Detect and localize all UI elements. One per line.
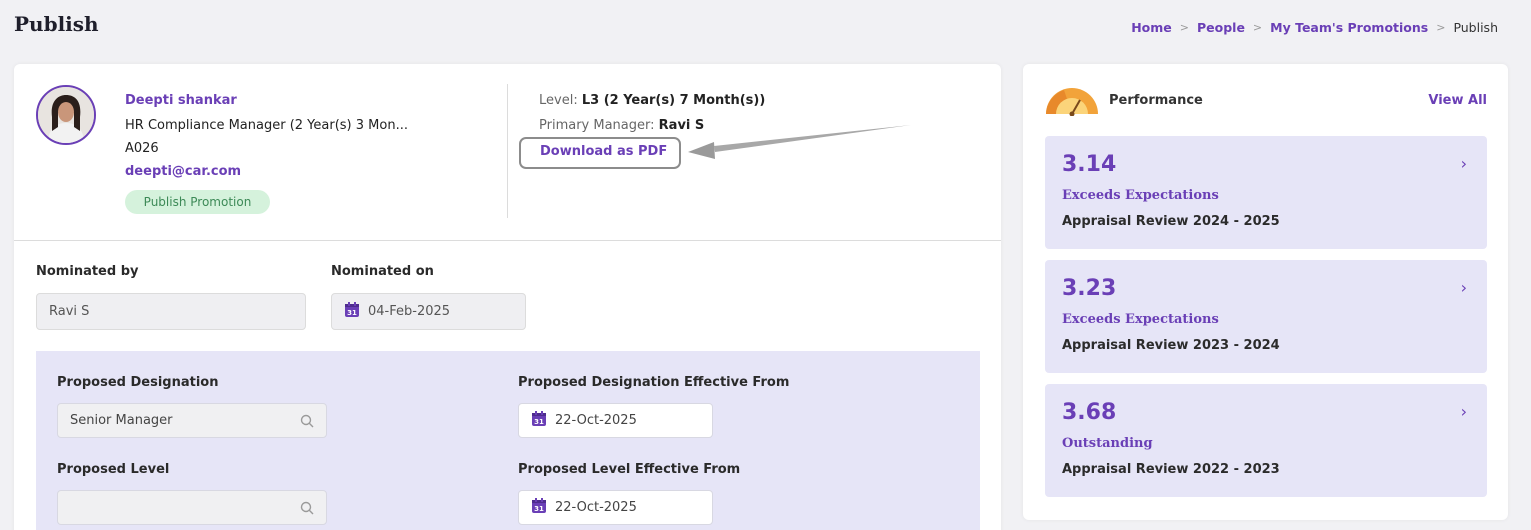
employee-role: HR Compliance Manager (2 Year(s) 3 Mon..… [125, 118, 408, 133]
employee-name[interactable]: Deepti shankar [125, 93, 237, 108]
chevron-right-icon[interactable]: › [1461, 402, 1467, 421]
manager-info: Primary Manager: Ravi S [539, 118, 704, 133]
chevron-right-icon[interactable]: › [1461, 154, 1467, 173]
proposed-level-effective-label: Proposed Level Effective From [518, 462, 741, 477]
performance-rating: Exceeds Expectations [1062, 188, 1219, 203]
proposed-designation-input[interactable]: Senior Manager [57, 403, 327, 438]
annotation-arrow [688, 125, 911, 159]
nominated-on-field: 31 04-Feb-2025 [331, 293, 526, 330]
status-badge: Publish Promotion [125, 190, 270, 214]
proposal-panel: Proposed Designation Senior Manager Prop… [36, 351, 980, 530]
nominated-on-value: 04-Feb-2025 [368, 304, 451, 319]
page-title: Publish [14, 12, 99, 36]
svg-text:31: 31 [347, 309, 357, 317]
avatar [36, 85, 96, 145]
search-icon[interactable] [300, 414, 314, 432]
performance-gauge-icon [1044, 84, 1100, 120]
performance-rating: Outstanding [1062, 436, 1153, 451]
breadcrumb-team-promotions[interactable]: My Team's Promotions [1270, 20, 1428, 35]
performance-cycle: Appraisal Review 2024 - 2025 [1062, 214, 1280, 229]
vertical-divider [507, 84, 508, 218]
proposed-level-effective-date[interactable]: 31 22-Oct-2025 [518, 490, 713, 525]
breadcrumb-home[interactable]: Home [1131, 20, 1172, 35]
svg-text:31: 31 [534, 505, 544, 513]
proposed-level-effective-value: 22-Oct-2025 [555, 500, 637, 515]
breadcrumb-separator-icon: > [1436, 21, 1446, 34]
breadcrumb-current: Publish [1453, 20, 1498, 35]
search-icon[interactable] [300, 501, 314, 519]
proposed-level-label: Proposed Level [57, 462, 170, 477]
level-label: Level: [539, 93, 578, 108]
breadcrumb-separator-icon: > [1252, 21, 1263, 34]
performance-card: Performance View All 3.14 Exceeds Expect… [1023, 64, 1508, 520]
calendar-icon: 31 [344, 301, 360, 322]
breadcrumb-separator-icon: > [1179, 21, 1189, 34]
section-divider [14, 240, 1001, 241]
performance-title: Performance [1109, 93, 1203, 108]
nominated-on-label: Nominated on [331, 264, 434, 279]
performance-item[interactable]: 3.14 Exceeds Expectations Appraisal Revi… [1045, 136, 1487, 249]
svg-text:31: 31 [534, 418, 544, 426]
employee-code: A026 [125, 141, 159, 156]
performance-cycle: Appraisal Review 2022 - 2023 [1062, 462, 1280, 477]
performance-score: 3.23 [1062, 276, 1117, 301]
calendar-icon: 31 [531, 410, 547, 431]
download-pdf-link[interactable]: Download as PDF [519, 137, 681, 169]
performance-rating: Exceeds Expectations [1062, 312, 1219, 327]
breadcrumb-people[interactable]: People [1197, 20, 1245, 35]
nominated-by-field: Ravi S [36, 293, 306, 330]
promotion-card: Deepti shankar HR Compliance Manager (2 … [14, 64, 1001, 530]
performance-score: 3.14 [1062, 152, 1117, 177]
breadcrumb: Home > People > My Team's Promotions > P… [1131, 20, 1498, 35]
view-all-link[interactable]: View All [1428, 93, 1487, 108]
proposed-level-input[interactable] [57, 490, 327, 525]
performance-score: 3.68 [1062, 400, 1117, 425]
proposed-designation-effective-date[interactable]: 31 22-Oct-2025 [518, 403, 713, 438]
nominated-by-label: Nominated by [36, 264, 139, 279]
chevron-right-icon[interactable]: › [1461, 278, 1467, 297]
level-value: L3 (2 Year(s) 7 Month(s)) [581, 93, 766, 108]
performance-item[interactable]: 3.68 Outstanding Appraisal Review 2022 -… [1045, 384, 1487, 497]
proposed-designation-effective-label: Proposed Designation Effective From [518, 375, 790, 390]
employee-email[interactable]: deepti@car.com [125, 164, 241, 179]
level-info: Level: L3 (2 Year(s) 7 Month(s)) [539, 93, 765, 108]
performance-cycle: Appraisal Review 2023 - 2024 [1062, 338, 1280, 353]
manager-label: Primary Manager: [539, 118, 655, 133]
proposed-designation-effective-value: 22-Oct-2025 [555, 413, 637, 428]
calendar-icon: 31 [531, 497, 547, 518]
proposed-designation-label: Proposed Designation [57, 375, 219, 390]
performance-item[interactable]: 3.23 Exceeds Expectations Appraisal Revi… [1045, 260, 1487, 373]
proposed-designation-value: Senior Manager [70, 413, 173, 428]
nominated-by-value: Ravi S [49, 304, 90, 319]
